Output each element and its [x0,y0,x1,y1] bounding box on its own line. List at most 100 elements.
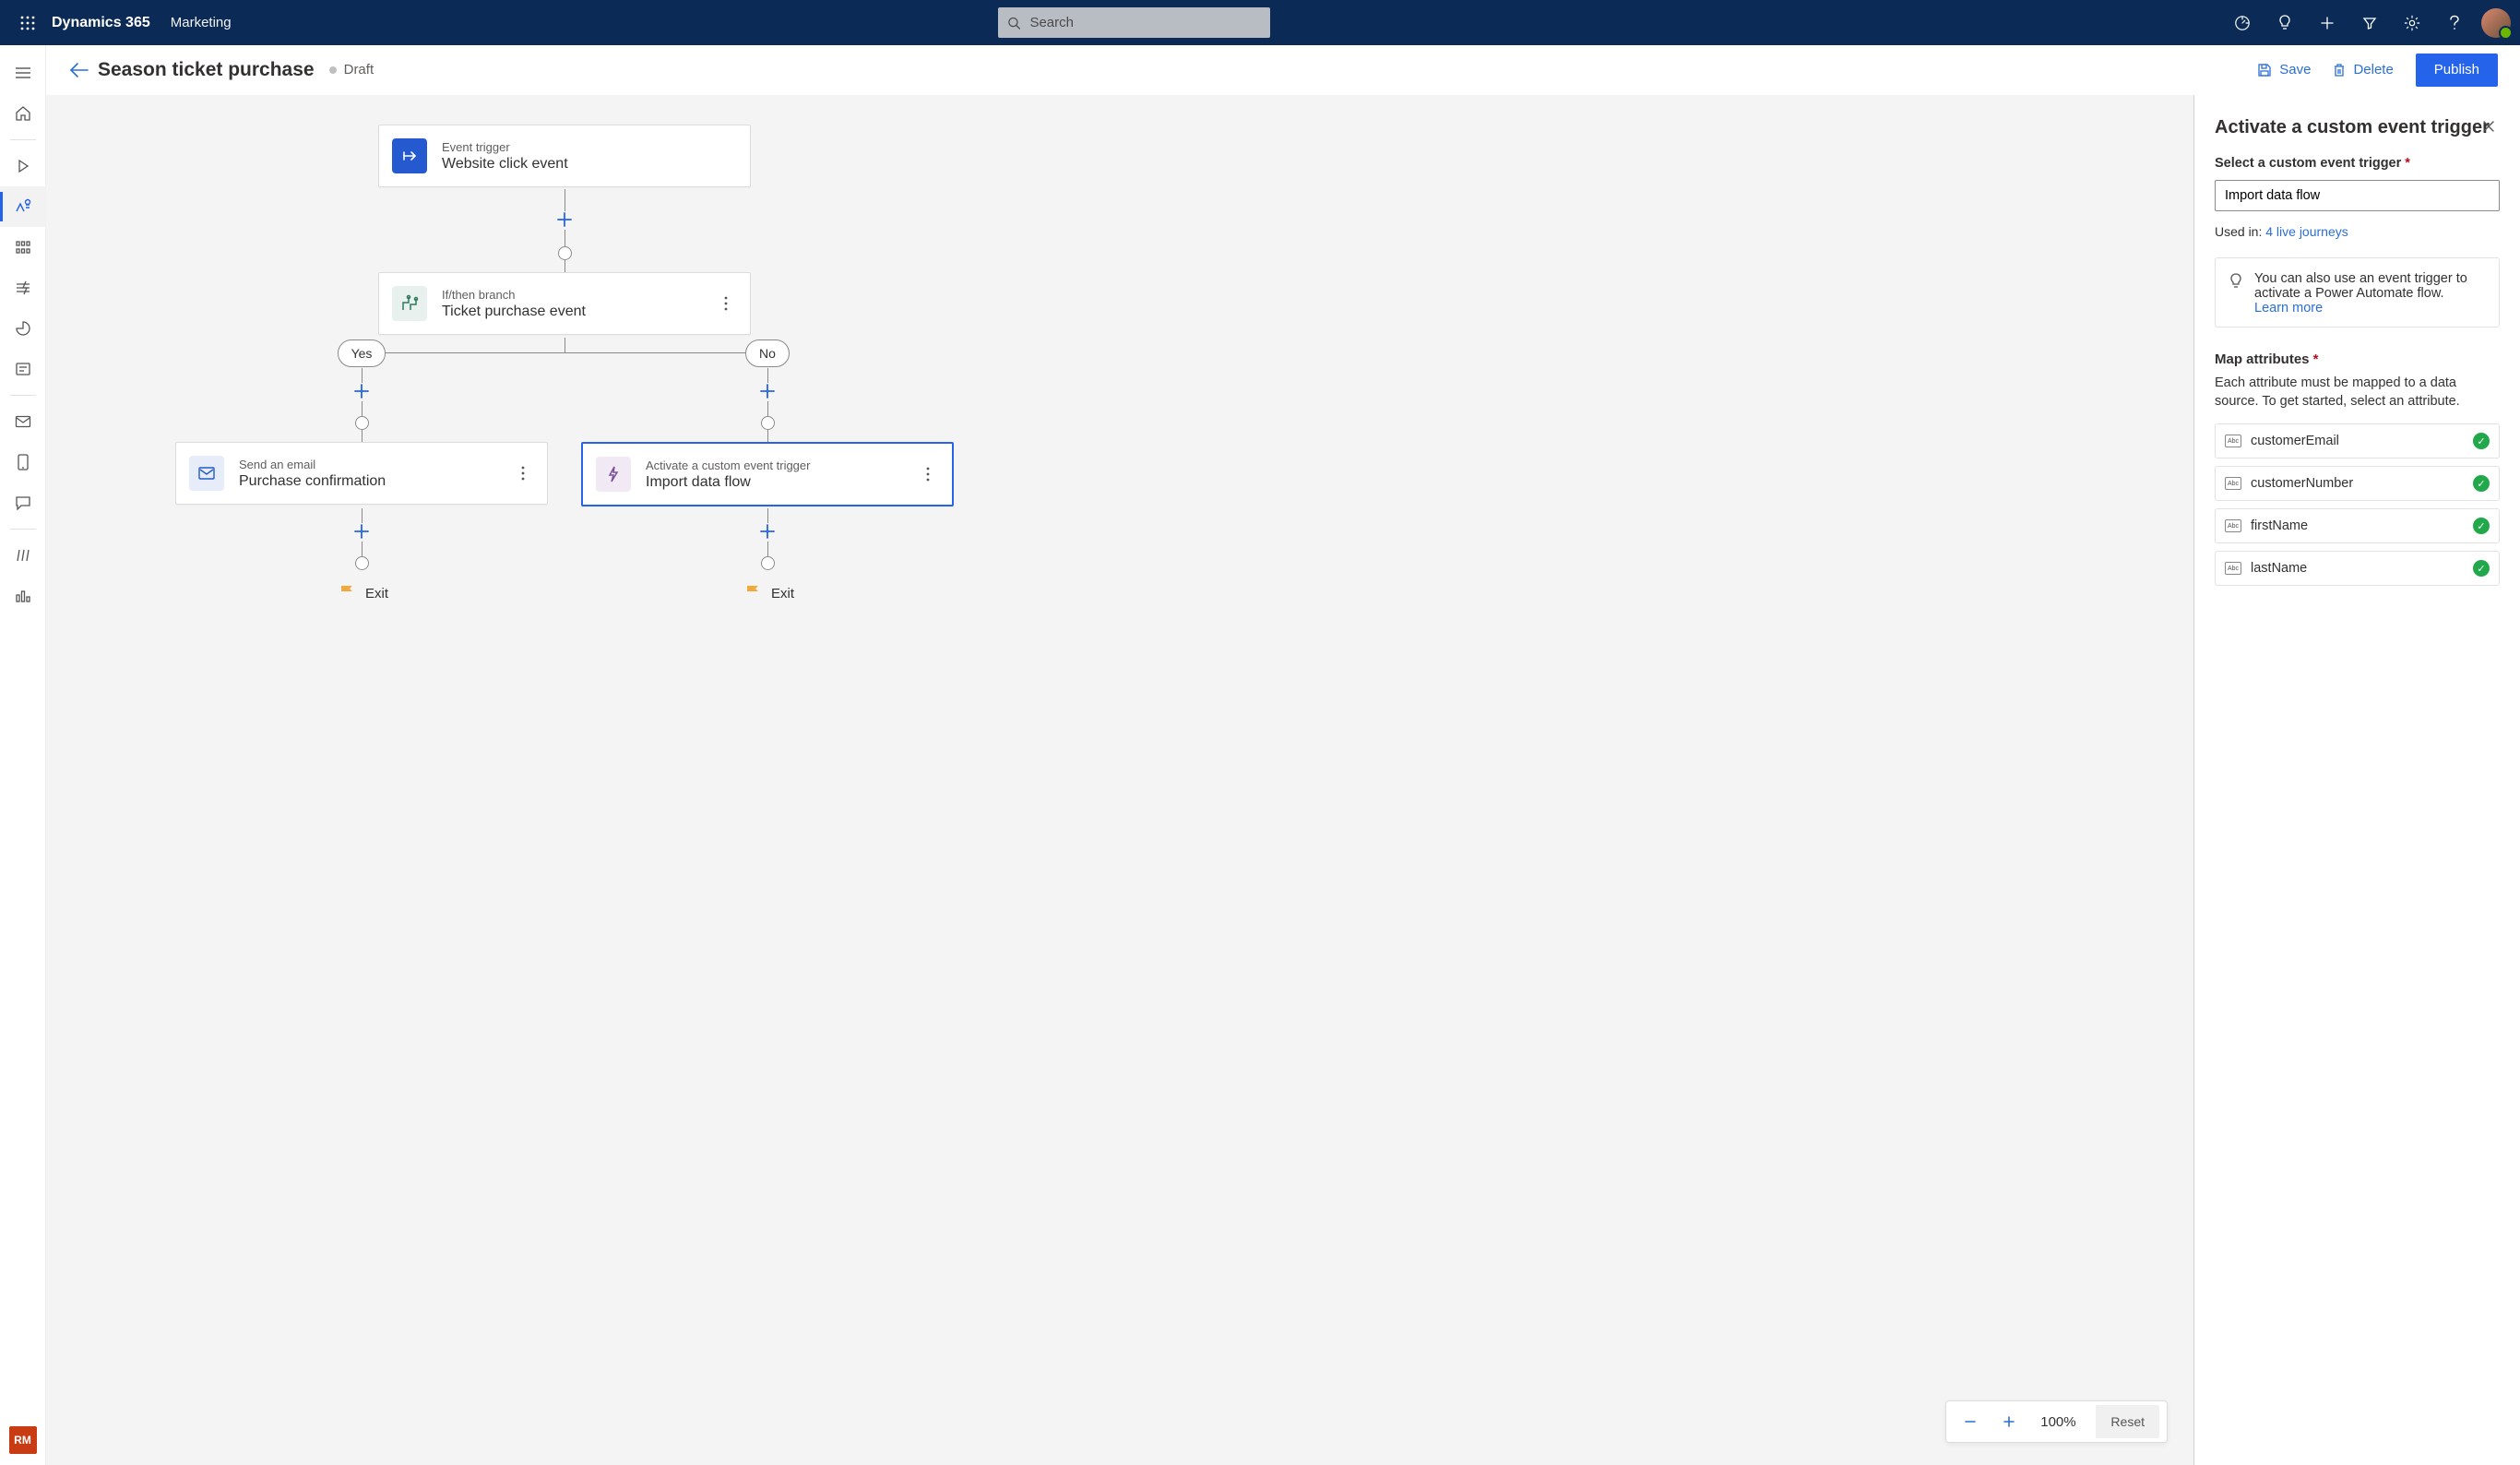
status-dot [329,66,337,74]
global-search[interactable] [998,7,1270,38]
add-step-button[interactable] [759,523,776,540]
node-title: Ticket purchase event [442,304,586,320]
nav-hamburger[interactable] [0,53,46,93]
journey-canvas[interactable]: Event trigger Website click event [46,95,2193,1465]
page-title: Season ticket purchase [98,59,315,81]
nav-chat[interactable] [0,482,46,523]
check-icon: ✓ [2473,433,2490,449]
zoom-in-button[interactable] [1992,1405,2026,1438]
bolt-icon [605,465,622,483]
nav-analytics[interactable] [0,308,46,349]
attribute-row[interactable]: Abc customerNumber ✓ [2215,466,2500,501]
app-launcher-button[interactable] [9,16,46,30]
node-send-email[interactable]: Send an email Purchase confirmation [175,442,548,505]
lightbulb-icon[interactable] [2264,0,2306,45]
filter-icon[interactable] [2348,0,2391,45]
global-header: Dynamics 365 Marketing [0,0,2520,45]
attribute-name: firstName [2251,518,2308,533]
node-title: Import data flow [646,474,810,491]
tip-learn-more-link[interactable]: Learn more [2254,301,2323,316]
used-in-link[interactable]: 4 live journeys [2265,224,2348,239]
nav-bars[interactable] [0,576,46,616]
exit-marker: Exit [339,584,388,602]
tip-callout: You can also use an event trigger to act… [2215,257,2500,328]
node-ifthen-branch[interactable]: If/then branch Ticket purchase event [378,272,751,335]
panel-title: Activate a custom event trigger [2215,115,2500,139]
save-label: Save [2279,62,2311,77]
select-trigger-label: Select a custom event trigger [2215,156,2500,171]
trigger-icon [400,147,419,165]
save-icon [2257,63,2272,77]
select-trigger-input[interactable] [2215,180,2500,211]
add-step-button[interactable] [759,383,776,399]
attribute-name: lastName [2251,561,2307,576]
left-nav: RM [0,45,46,1465]
search-input[interactable] [1028,14,1260,31]
check-icon: ✓ [2473,560,2490,577]
exit-label: Exit [365,586,388,601]
node-kind: Send an email [239,458,386,471]
zoom-reset-button[interactable]: Reset [2096,1405,2159,1438]
node-event-trigger[interactable]: Event trigger Website click event [378,125,751,187]
more-icon [521,466,525,481]
flag-icon [745,584,762,602]
node-more-button[interactable] [715,296,737,311]
junction-dot [355,416,369,430]
attribute-row[interactable]: Abc firstName ✓ [2215,508,2500,543]
zoom-out-button[interactable] [1954,1405,1987,1438]
flag-icon [339,584,356,602]
delete-label: Delete [2353,62,2393,77]
panel-close-button[interactable] [2476,113,2502,139]
nav-journeys[interactable] [0,186,46,227]
nav-segments[interactable] [0,227,46,268]
zoom-value: 100% [2031,1414,2085,1430]
status-label: Draft [344,62,374,77]
user-avatar[interactable] [2481,8,2511,38]
attribute-row[interactable]: Abc lastName ✓ [2215,551,2500,586]
trash-icon [2333,63,2346,77]
page-header: Season ticket purchase Draft Save Delete… [46,45,2520,95]
brand-label: Dynamics 365 [52,15,150,31]
branch-no-label: No [745,339,790,367]
nav-triggers[interactable] [0,268,46,308]
attribute-row[interactable]: Abc customerEmail ✓ [2215,423,2500,459]
branch-yes-label: Yes [338,339,386,367]
node-more-button[interactable] [512,466,534,481]
add-step-button[interactable] [353,383,370,399]
map-attributes-desc: Each attribute must be mapped to a data … [2215,375,2500,411]
exit-label: Exit [771,586,794,601]
node-more-button[interactable] [917,467,939,482]
add-icon[interactable] [2306,0,2348,45]
type-badge-icon: Abc [2225,435,2241,447]
settings-icon[interactable] [2391,0,2433,45]
delete-button[interactable]: Delete [2322,62,2404,77]
tip-text: You can also use an event trigger to act… [2254,271,2467,301]
nav-mobile[interactable] [0,442,46,482]
nav-lines[interactable] [0,535,46,576]
attributes-list: Abc customerEmail ✓ Abc customerNumber ✓… [2215,423,2500,586]
module-label[interactable]: Marketing [171,15,232,30]
save-button[interactable]: Save [2246,62,2322,77]
properties-panel: Activate a custom event trigger Select a… [2193,95,2520,1465]
type-badge-icon: Abc [2225,562,2241,575]
junction-dot [355,556,369,570]
publish-button[interactable]: Publish [2416,54,2498,87]
nav-play[interactable] [0,146,46,186]
back-button[interactable] [61,62,98,78]
add-step-button[interactable] [353,523,370,540]
workspace-badge[interactable]: RM [9,1426,37,1454]
node-kind: Event trigger [442,140,568,154]
lightbulb-icon [2229,273,2243,293]
node-custom-event-trigger[interactable]: Activate a custom event trigger Import d… [581,442,954,506]
branch-icon [399,293,420,314]
node-title: Purchase confirmation [239,473,386,490]
help-icon[interactable] [2433,0,2476,45]
target-icon[interactable] [2221,0,2264,45]
map-attributes-title: Map attributes [2215,351,2500,367]
nav-home[interactable] [0,93,46,134]
more-icon [926,467,930,482]
add-step-button[interactable] [556,211,573,228]
node-title: Website click event [442,156,568,173]
nav-email[interactable] [0,401,46,442]
nav-forms[interactable] [0,349,46,389]
